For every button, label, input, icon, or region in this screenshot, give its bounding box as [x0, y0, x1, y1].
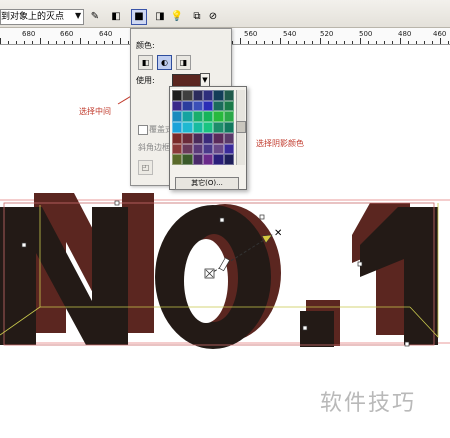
palette-swatch[interactable] — [223, 154, 234, 165]
cover-checkbox[interactable] — [138, 125, 148, 135]
annotation-select-middle: 选择中间 — [79, 107, 111, 116]
palette-swatch[interactable] — [172, 111, 183, 123]
more-colors-button[interactable]: 其它(O)... — [175, 177, 239, 190]
bevel-label: 斜角边框 — [138, 143, 170, 152]
palette-swatch[interactable] — [182, 143, 193, 155]
chevron-down-icon[interactable]: ▼ — [200, 73, 210, 87]
palette-swatch[interactable] — [192, 111, 203, 123]
use-object-fill-icon[interactable]: ◧ — [138, 55, 153, 70]
palette-swatch[interactable] — [172, 154, 183, 165]
palette-swatch[interactable] — [223, 100, 234, 112]
palette-swatch[interactable] — [213, 132, 224, 144]
color-label: 颜色: — [136, 41, 155, 50]
palette-swatch[interactable] — [172, 132, 183, 144]
palette-swatch[interactable] — [172, 122, 183, 133]
solid-fill-icon[interactable]: ◐ — [157, 55, 172, 70]
color-grid — [170, 89, 234, 165]
palette-swatch[interactable] — [213, 143, 224, 155]
palette-swatch[interactable] — [202, 154, 214, 165]
palette-swatch[interactable] — [213, 111, 224, 123]
shade-icon[interactable]: ◨ — [176, 55, 191, 70]
bevel-icon[interactable]: ◰ — [138, 160, 153, 175]
annotation-select-shadow-color: 选择阴影颜色 — [256, 139, 304, 148]
scrollbar-thumb[interactable] — [236, 121, 246, 133]
palette-swatch[interactable] — [213, 122, 224, 133]
palette-swatch[interactable] — [172, 143, 183, 155]
palette-swatch[interactable] — [182, 111, 193, 123]
palette-swatch[interactable] — [182, 154, 193, 165]
palette-swatch[interactable] — [192, 154, 203, 165]
use-label: 使用: — [136, 76, 155, 85]
palette-swatch[interactable] — [213, 154, 224, 165]
palette-swatch[interactable] — [202, 90, 214, 101]
palette-swatch[interactable] — [202, 122, 214, 133]
palette-swatch[interactable] — [192, 132, 203, 144]
palette-swatch[interactable] — [170, 89, 184, 102]
palette-swatch[interactable] — [182, 90, 193, 101]
palette-swatch[interactable] — [192, 90, 203, 101]
palette-swatch[interactable] — [202, 111, 214, 123]
palette-swatch[interactable] — [223, 90, 234, 101]
palette-swatch[interactable] — [202, 132, 214, 144]
palette-swatch[interactable] — [223, 122, 234, 133]
watermark-text: 软件技巧 — [320, 391, 417, 416]
palette-swatch[interactable] — [223, 143, 234, 155]
palette-swatch[interactable] — [202, 143, 214, 155]
palette-swatch[interactable] — [192, 100, 203, 112]
palette-swatch[interactable] — [202, 100, 214, 112]
palette-swatch[interactable] — [182, 100, 193, 112]
palette-swatch[interactable] — [192, 143, 203, 155]
palette-swatch[interactable] — [213, 100, 224, 112]
palette-swatch[interactable] — [223, 111, 234, 123]
palette-swatch[interactable] — [172, 100, 183, 112]
palette-swatch[interactable] — [182, 132, 193, 144]
color-palette-popup: 其它(O)... — [169, 86, 247, 190]
palette-swatch[interactable] — [223, 132, 234, 144]
palette-swatch[interactable] — [182, 122, 193, 133]
palette-swatch[interactable] — [213, 90, 224, 101]
palette-swatch[interactable] — [192, 122, 203, 133]
